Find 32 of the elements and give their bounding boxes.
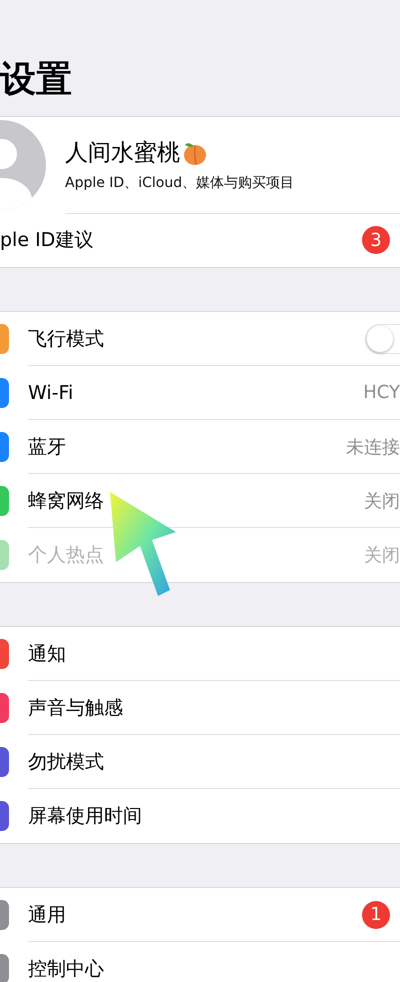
settings-row[interactable]: 通知	[0, 627, 400, 681]
settings-row[interactable]: 屏幕使用时间	[0, 789, 400, 843]
row-label: 飞行模式	[28, 326, 105, 352]
settings-row[interactable]: 声音与触感	[0, 681, 400, 735]
row-value: 未连接	[346, 436, 400, 458]
row-label: 勿扰模式	[28, 750, 105, 774]
row-label: 蜂窝网络	[28, 488, 105, 514]
settings-row[interactable]: 控制中心	[0, 942, 400, 982]
notification-badge: 1	[362, 900, 390, 928]
row-label: 个人热点	[28, 543, 105, 568]
row-label: 通知	[28, 642, 67, 666]
row-value: HCY	[363, 382, 400, 403]
settings-row[interactable]: 蓝牙 未连接	[0, 420, 400, 474]
row-value: 关闭	[364, 544, 400, 567]
settings-row[interactable]: Wi-Fi HCY	[0, 366, 400, 420]
row-value: 关闭	[364, 490, 400, 512]
row-label: 通用	[28, 902, 67, 928]
toggle-switch[interactable]	[365, 324, 400, 354]
cursor-arrow-icon	[108, 490, 178, 598]
row-label: ple ID建议	[0, 228, 94, 253]
row-label: 屏幕使用时间	[28, 804, 143, 829]
row-label: 声音与触感	[28, 696, 124, 720]
row-label: 蓝牙	[28, 434, 67, 460]
settings-row[interactable]: 通用 1	[0, 888, 400, 942]
row-label: Wi-Fi	[28, 382, 74, 404]
row-label: 控制中心	[28, 957, 105, 982]
profile-subtitle: Apple ID、iCloud、媒体与购买项目	[65, 174, 296, 192]
settings-row[interactable]: 勿扰模式	[0, 735, 400, 789]
settings-row[interactable]: 飞行模式	[0, 312, 400, 366]
suggestion-row[interactable]: ple ID建议 3	[0, 213, 400, 267]
notification-badge: 3	[362, 226, 390, 254]
profile-name: 人间水蜜桃	[65, 139, 180, 168]
